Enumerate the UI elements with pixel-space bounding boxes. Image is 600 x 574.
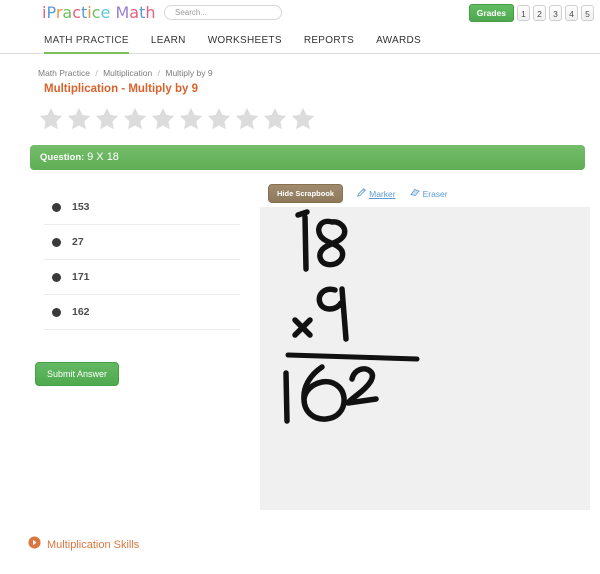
- breadcrumb-item-multiplication[interactable]: Multiplication: [103, 68, 152, 78]
- grade-button-5[interactable]: 5: [581, 5, 594, 21]
- nav-item-reports[interactable]: REPORTS: [304, 29, 354, 54]
- star-icon: [179, 107, 203, 130]
- submit-answer-button[interactable]: Submit Answer: [35, 362, 120, 386]
- star-icon: [263, 107, 287, 130]
- radio-icon[interactable]: [52, 202, 61, 212]
- logo-letter: M: [115, 3, 130, 22]
- nav-item-worksheets[interactable]: WORKSHEETS: [208, 29, 282, 54]
- logo-letter: a: [129, 3, 140, 22]
- answer-option-row[interactable]: 153: [44, 190, 240, 225]
- search-input[interactable]: [164, 5, 282, 20]
- breadcrumb-separator: /: [95, 68, 98, 78]
- marker-tool-label: Marker: [369, 188, 396, 199]
- answer-options-list: 153 27 171 162: [44, 190, 240, 330]
- breadcrumb-separator: /: [157, 68, 160, 78]
- radio-icon[interactable]: [52, 307, 61, 317]
- scrapbook-canvas[interactable]: [260, 207, 590, 510]
- answer-option-label: 27: [72, 236, 84, 248]
- site-logo[interactable]: iPractice Math: [42, 3, 156, 22]
- logo-letter: a: [62, 3, 73, 22]
- grades-selector: Grades 1 2 3 4 5: [468, 4, 594, 22]
- star-icon: [207, 107, 231, 130]
- nav-item-awards[interactable]: AWARDS: [376, 29, 421, 54]
- radio-icon[interactable]: [52, 272, 61, 282]
- breadcrumb-item-math-practice[interactable]: Math Practice: [38, 68, 90, 78]
- breadcrumb-item-multiply-by-9[interactable]: Multiply by 9: [165, 68, 212, 78]
- grade-button-2[interactable]: 2: [533, 5, 546, 21]
- main-navigation: MATH PRACTICE LEARN WORKSHEETS REPORTS A…: [0, 29, 600, 54]
- star-icon: [67, 107, 91, 130]
- grade-button-4[interactable]: 4: [565, 5, 578, 21]
- marker-tool-button[interactable]: Marker: [357, 188, 396, 199]
- radio-icon[interactable]: [52, 237, 61, 247]
- answer-option-row[interactable]: 27: [44, 225, 240, 260]
- answer-option-row[interactable]: 162: [44, 295, 240, 330]
- answer-option-label: 153: [72, 201, 90, 213]
- scrapbook-toolbar: Hide Scrapbook Marker Eraser: [268, 184, 448, 203]
- eraser-tool-label: Eraser: [422, 188, 448, 199]
- answer-option-row[interactable]: 171: [44, 260, 240, 295]
- star-icon: [151, 107, 175, 130]
- logo-letter: c: [91, 3, 101, 22]
- star-icon: [95, 107, 119, 130]
- nav-item-learn[interactable]: LEARN: [151, 29, 186, 54]
- star-icon: [39, 107, 63, 130]
- eraser-icon: [409, 188, 420, 199]
- multiplication-skills-link[interactable]: Multiplication Skills: [28, 536, 139, 554]
- page-title: Multiplication - Multiply by 9: [44, 83, 198, 95]
- logo-letter: e: [100, 3, 111, 22]
- grade-button-1[interactable]: 1: [517, 5, 530, 21]
- star-icon: [291, 107, 315, 130]
- breadcrumb: Math Practice / Multiplication / Multipl…: [38, 68, 213, 78]
- multiplication-skills-label: Multiplication Skills: [47, 539, 140, 551]
- logo-letter: P: [46, 3, 56, 22]
- star-rating: [38, 106, 316, 132]
- handwritten-multiplication-drawing: [283, 209, 420, 424]
- nav-item-math-practice[interactable]: MATH PRACTICE: [44, 29, 129, 54]
- hide-scrapbook-button[interactable]: Hide Scrapbook: [268, 184, 344, 203]
- grade-button-3[interactable]: 3: [549, 5, 562, 21]
- star-icon: [235, 107, 259, 130]
- answer-option-label: 162: [72, 306, 90, 318]
- grades-button[interactable]: Grades: [468, 4, 514, 22]
- question-text: 9 X 18: [87, 151, 119, 163]
- answer-option-label: 171: [72, 271, 90, 283]
- site-header: iPractice Math Grades 1 2 3 4 5: [0, 0, 600, 29]
- logo-letter: c: [72, 3, 82, 22]
- logo-letter: h: [145, 3, 156, 22]
- star-icon: [123, 107, 147, 130]
- pencil-icon: [357, 188, 366, 199]
- page-root: iPractice Math Grades 1 2 3 4 5 MATH PRA…: [0, 0, 600, 574]
- question-banner: Question: 9 X 18: [30, 145, 585, 170]
- arrow-circle-right-icon: [28, 536, 41, 554]
- eraser-tool-button[interactable]: Eraser: [409, 188, 448, 199]
- question-label: Question:: [40, 152, 85, 163]
